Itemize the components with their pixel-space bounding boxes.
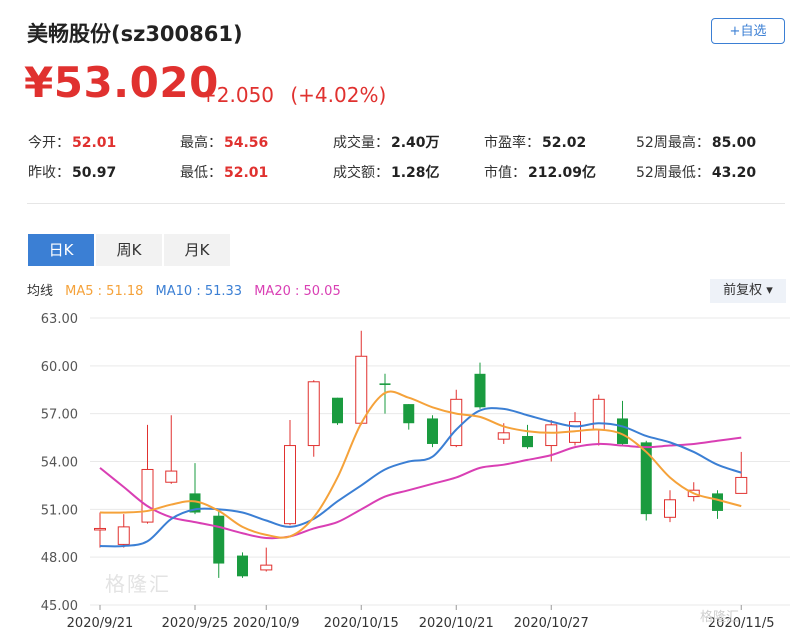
x-tick-label: 2020/10/27 xyxy=(514,616,589,631)
stat-item: 最低： 52.01 xyxy=(180,162,268,182)
stat-label: 市盈率： xyxy=(484,135,540,151)
candle-body xyxy=(664,499,676,518)
stat-item: 市值： 212.09亿 xyxy=(484,162,596,182)
stat-item: 52周最低： 43.20 xyxy=(636,162,756,182)
candle-body xyxy=(545,424,558,447)
x-tick-label: 2020/10/21 xyxy=(419,616,494,631)
stat-item: 成交额： 1.28亿 xyxy=(333,162,440,182)
ma20-legend: MA20 : 50.05 xyxy=(254,284,341,299)
candle-body xyxy=(522,435,533,448)
watermark: 格隆汇 xyxy=(105,572,171,596)
add-watchlist-button[interactable]: +自选 xyxy=(711,18,785,44)
y-tick-label: 63.00 xyxy=(41,312,78,327)
stat-value: 43.20 xyxy=(711,165,757,181)
candle-body xyxy=(94,527,106,531)
price-change-value: +2.050 xyxy=(200,83,275,107)
stat-value: 52.01 xyxy=(72,135,117,151)
stat-label: 市值： xyxy=(484,165,526,181)
y-tick-label: 54.00 xyxy=(41,456,78,471)
ma-legend: 均线 MA5 : 51.18 MA10 : 51.33 MA20 : 50.05 xyxy=(27,280,349,299)
candle-body xyxy=(735,476,748,494)
ma10-legend: MA10 : 51.33 xyxy=(155,284,243,299)
candle-body xyxy=(379,383,391,385)
y-tick-label: 57.00 xyxy=(41,408,78,423)
price-change: +2.050 (+4.02%) xyxy=(200,83,386,107)
tab-monthly-k[interactable]: 月K xyxy=(164,234,230,266)
stat-item: 最高： 54.56 xyxy=(180,132,268,152)
stat-item: 市盈率： 52.02 xyxy=(484,132,586,152)
candle-body xyxy=(427,418,438,444)
stat-item: 成交量： 2.40万 xyxy=(333,132,440,152)
stat-item: 今开： 52.01 xyxy=(28,132,116,152)
stat-value: 52.01 xyxy=(224,165,269,181)
candle-body xyxy=(237,555,248,577)
y-tick-label: 48.00 xyxy=(41,551,78,566)
candle-body xyxy=(165,470,178,483)
stat-label: 最高： xyxy=(180,135,222,151)
stat-value: 50.97 xyxy=(72,165,117,181)
candle-body xyxy=(260,564,273,571)
stat-value: 85.00 xyxy=(711,135,757,151)
stat-value: 54.56 xyxy=(224,135,269,151)
stat-value: 212.09亿 xyxy=(528,165,597,181)
stat-item: 52周最高： 85.00 xyxy=(636,132,756,152)
candle-body xyxy=(450,398,463,447)
watermark-small: 格隆汇 xyxy=(700,610,740,625)
stat-value: 2.40万 xyxy=(391,135,440,151)
current-price: ¥53.020 xyxy=(24,58,219,107)
candle-body xyxy=(617,418,628,444)
candle-body xyxy=(213,515,225,564)
candle-body xyxy=(332,397,343,424)
stat-value: 1.28亿 xyxy=(391,165,440,181)
y-tick-label: 45.00 xyxy=(41,599,78,614)
candle-body xyxy=(141,468,154,523)
stat-label: 52周最高： xyxy=(636,135,710,151)
candle-body xyxy=(592,398,605,431)
stat-label: 最低： xyxy=(180,165,222,181)
stat-label: 昨收： xyxy=(28,165,70,181)
stat-label: 成交额： xyxy=(333,165,389,181)
divider xyxy=(27,203,785,204)
tab-weekly-k[interactable]: 周K xyxy=(96,234,162,266)
x-tick-label: 2020/9/21 xyxy=(67,616,134,631)
candle-body xyxy=(497,432,510,440)
candle-body xyxy=(712,493,723,511)
candle-body xyxy=(284,445,296,525)
y-tick-label: 51.00 xyxy=(41,503,78,518)
stock-title: 美畅股份(sz300861) xyxy=(27,22,243,46)
stat-label: 52周最低： xyxy=(636,165,710,181)
price-change-percent: (+4.02%) xyxy=(290,83,387,107)
x-tick-label: 2020/9/25 xyxy=(162,616,229,631)
ma-legend-title: 均线 xyxy=(27,284,54,299)
candle-body xyxy=(355,355,368,424)
x-tick-label: 2020/10/9 xyxy=(233,616,300,631)
stat-value: 52.02 xyxy=(542,135,587,151)
stat-label: 成交量： xyxy=(333,135,389,151)
candle-body xyxy=(117,526,130,545)
ma5-legend: MA5 : 51.18 xyxy=(65,284,144,299)
stat-label: 今开： xyxy=(28,135,70,151)
x-tick-label: 2020/10/15 xyxy=(324,616,399,631)
candle-body xyxy=(307,381,320,447)
candle-body xyxy=(474,373,486,408)
y-tick-label: 60.00 xyxy=(41,360,78,375)
candle-body xyxy=(403,404,415,424)
stat-item: 昨收： 50.97 xyxy=(28,162,116,182)
tab-daily-k[interactable]: 日K xyxy=(28,234,94,266)
